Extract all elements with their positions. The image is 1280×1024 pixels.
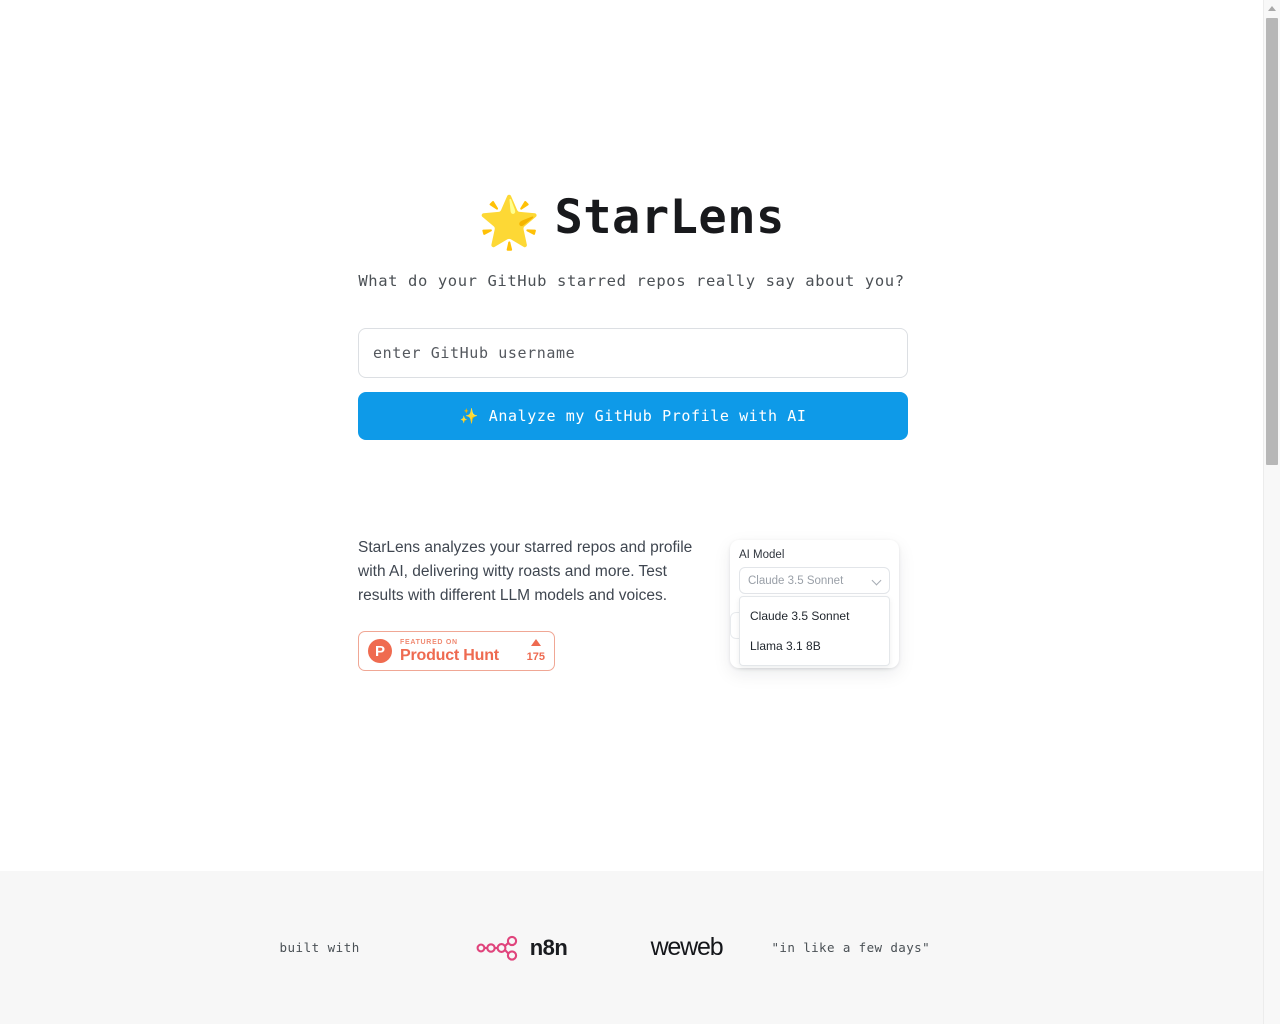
- app-description: StarLens analyzes your starred repos and…: [358, 539, 693, 604]
- ai-model-option-llama[interactable]: Llama 3.1 8B: [740, 631, 889, 661]
- vertical-scrollbar[interactable]: [1263, 0, 1280, 1024]
- page-viewport: 🌟 StarLens What do your GitHub starred re…: [0, 0, 1263, 1024]
- page-footer: built with n8n weweb "in like a few days…: [0, 871, 1263, 1024]
- ai-model-selected-value: Claude 3.5 Sonnet: [748, 574, 844, 587]
- github-username-input[interactable]: [358, 328, 908, 378]
- ai-model-select[interactable]: Claude 3.5 Sonnet: [739, 567, 890, 594]
- n8n-wordmark: n8n: [529, 934, 568, 960]
- product-hunt-texts: FEATURED ON Product Hunt: [400, 639, 499, 664]
- n8n-logo[interactable]: n8n: [442, 935, 602, 961]
- analyze-profile-button[interactable]: ✨ Analyze my GitHub Profile with AI: [358, 392, 908, 440]
- hero-section: 🌟 StarLens What do your GitHub starred re…: [0, 0, 1263, 871]
- chevron-down-icon: [873, 577, 881, 585]
- footer-quote: "in like a few days": [771, 940, 931, 955]
- brand-name: StarLens: [554, 190, 785, 245]
- footer-content: built with n8n weweb "in like a few days…: [0, 871, 1263, 1024]
- weweb-logo[interactable]: weweb: [602, 933, 772, 962]
- upvote-arrow-icon: [530, 638, 541, 646]
- ai-model-options-list: Claude 3.5 Sonnet Llama 3.1 8B: [739, 596, 890, 666]
- ai-model-label: AI Model: [739, 549, 785, 561]
- analyze-button-label: Analyze my GitHub Profile with AI: [488, 407, 807, 425]
- product-hunt-vote-count: 175: [526, 650, 545, 663]
- product-hunt-name: Product Hunt: [400, 646, 499, 664]
- model-settings-card: AI Model Claude 3.5 Sonnet v Claude 3.5 …: [730, 540, 899, 668]
- scrollbar-up-arrow-icon[interactable]: [1264, 0, 1280, 17]
- star-icon: 🌟: [478, 194, 541, 250]
- scrollbar-thumb[interactable]: [1266, 18, 1278, 465]
- weweb-wordmark: weweb: [650, 933, 724, 961]
- n8n-mark-icon: [476, 935, 517, 961]
- info-column: StarLens analyzes your starred repos and…: [358, 536, 710, 671]
- product-hunt-badge[interactable]: P FEATURED ON Product Hunt 175: [358, 631, 555, 671]
- analyze-form: ✨ Analyze my GitHub Profile with AI: [358, 328, 908, 440]
- page-title: 🌟 StarLens: [0, 190, 1263, 247]
- sparkles-icon: ✨: [459, 406, 479, 425]
- product-hunt-featured-label: FEATURED ON: [400, 638, 458, 646]
- product-hunt-votes: 175: [526, 638, 545, 664]
- built-with-label: built with: [279, 940, 360, 955]
- product-hunt-logo-icon: P: [368, 639, 392, 663]
- page-subtitle: What do your GitHub starred repos really…: [358, 272, 905, 290]
- ai-model-option-claude[interactable]: Claude 3.5 Sonnet: [740, 601, 889, 631]
